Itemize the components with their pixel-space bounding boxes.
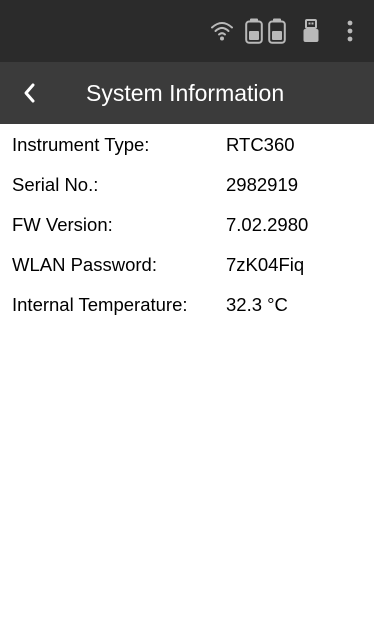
serial-number-value: 2982919 bbox=[226, 174, 299, 195]
info-row-internal-temperature: Internal Temperature: 32.3 °C bbox=[0, 285, 374, 325]
page-title: System Information bbox=[86, 80, 285, 106]
title-bar: System Information bbox=[0, 62, 374, 124]
internal-temperature-label: Internal Temperature: bbox=[12, 294, 188, 315]
info-list: Instrument Type: RTC360 Serial No.: 2982… bbox=[0, 125, 374, 325]
fw-version-value: 7.02.2980 bbox=[226, 214, 309, 235]
usb-icon bbox=[303, 19, 319, 42]
chevron-left-icon[interactable] bbox=[18, 81, 42, 105]
info-row-fw-version: FW Version: 7.02.2980 bbox=[0, 205, 374, 245]
fw-version-label: FW Version: bbox=[12, 214, 113, 235]
instrument-type-label: Instrument Type: bbox=[12, 134, 150, 155]
info-row-instrument-type: Instrument Type: RTC360 bbox=[0, 125, 374, 165]
wlan-password-value: 7zK04Fiq bbox=[226, 254, 305, 275]
info-row-wlan-password: WLAN Password: 7zK04Fiq bbox=[0, 245, 374, 285]
more-vert-icon[interactable] bbox=[346, 20, 354, 42]
status-icons bbox=[210, 17, 354, 45]
battery-icon bbox=[245, 18, 263, 44]
wifi-icon bbox=[211, 22, 233, 41]
battery-icon bbox=[268, 18, 286, 44]
wlan-password-label: WLAN Password: bbox=[12, 254, 157, 275]
instrument-type-value: RTC360 bbox=[226, 134, 295, 155]
status-bar bbox=[0, 0, 374, 62]
internal-temperature-value: 32.3 °C bbox=[226, 294, 288, 315]
info-row-serial-number: Serial No.: 2982919 bbox=[0, 165, 374, 205]
serial-number-label: Serial No.: bbox=[12, 174, 99, 195]
